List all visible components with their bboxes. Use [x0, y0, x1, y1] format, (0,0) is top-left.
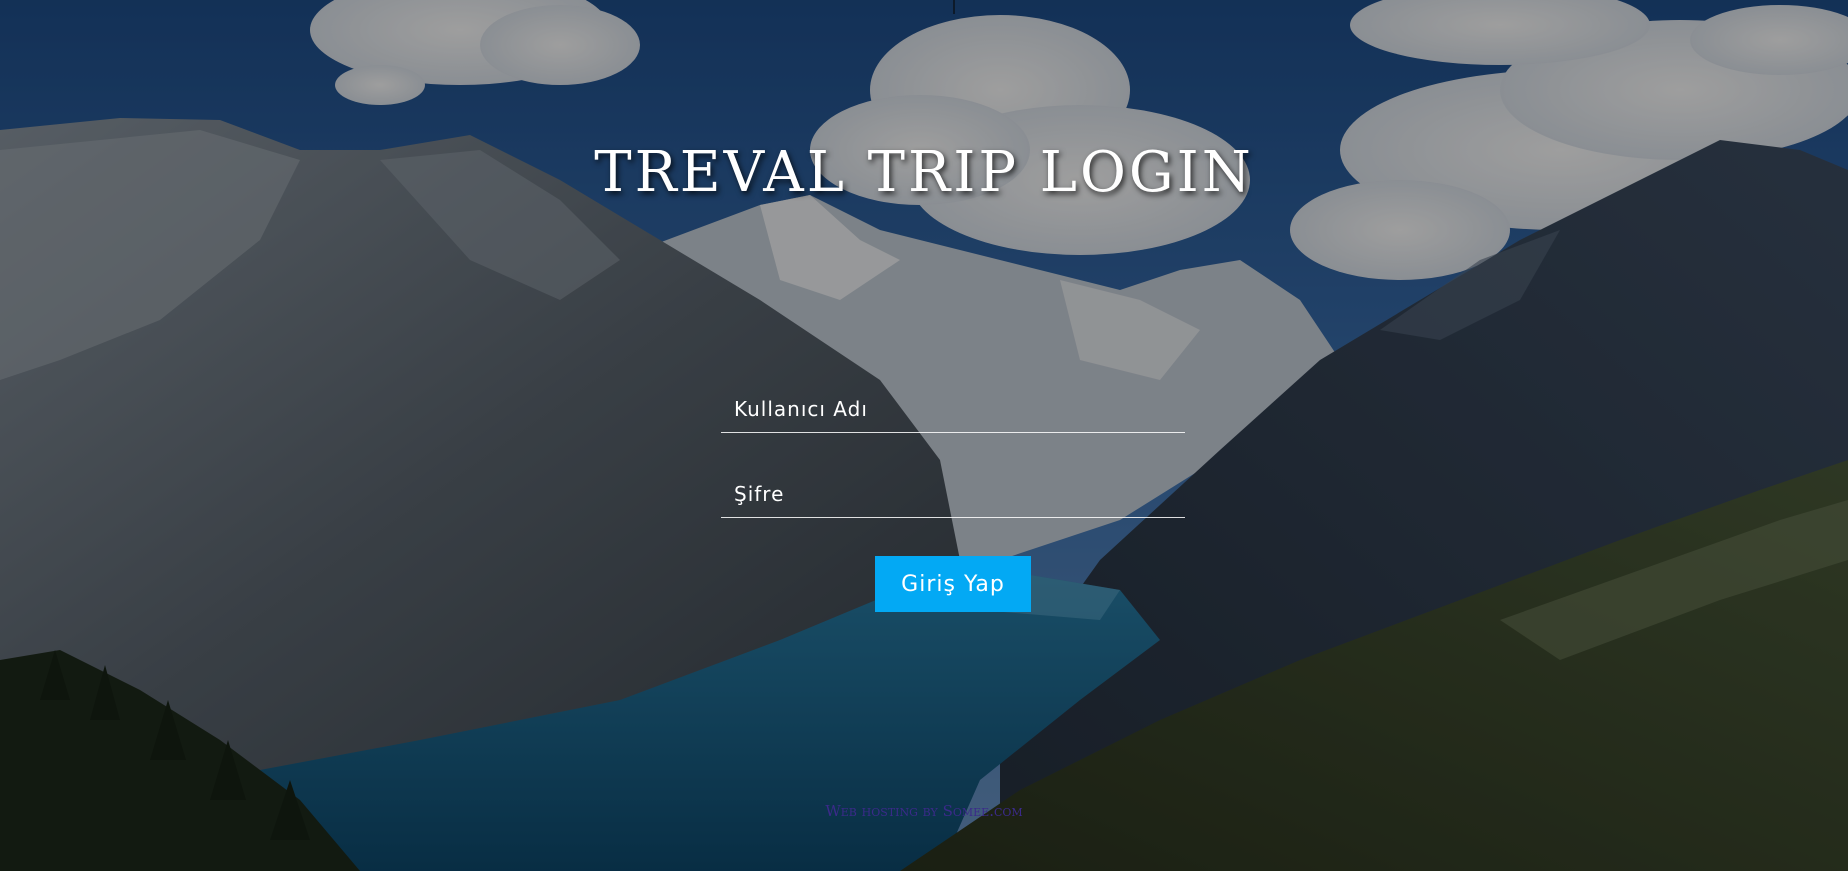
hosting-footer-link[interactable]: Web hosting by Somee.com	[0, 802, 1848, 820]
password-input[interactable]	[721, 470, 1185, 517]
login-panel: TREVAL TRIP LOGIN Giriş Yap Web hosting …	[0, 0, 1848, 871]
page-title: TREVAL TRIP LOGIN	[594, 140, 1254, 205]
password-field	[721, 470, 1185, 518]
username-input[interactable]	[721, 385, 1185, 432]
login-button[interactable]: Giriş Yap	[875, 556, 1031, 612]
username-field	[721, 385, 1185, 433]
